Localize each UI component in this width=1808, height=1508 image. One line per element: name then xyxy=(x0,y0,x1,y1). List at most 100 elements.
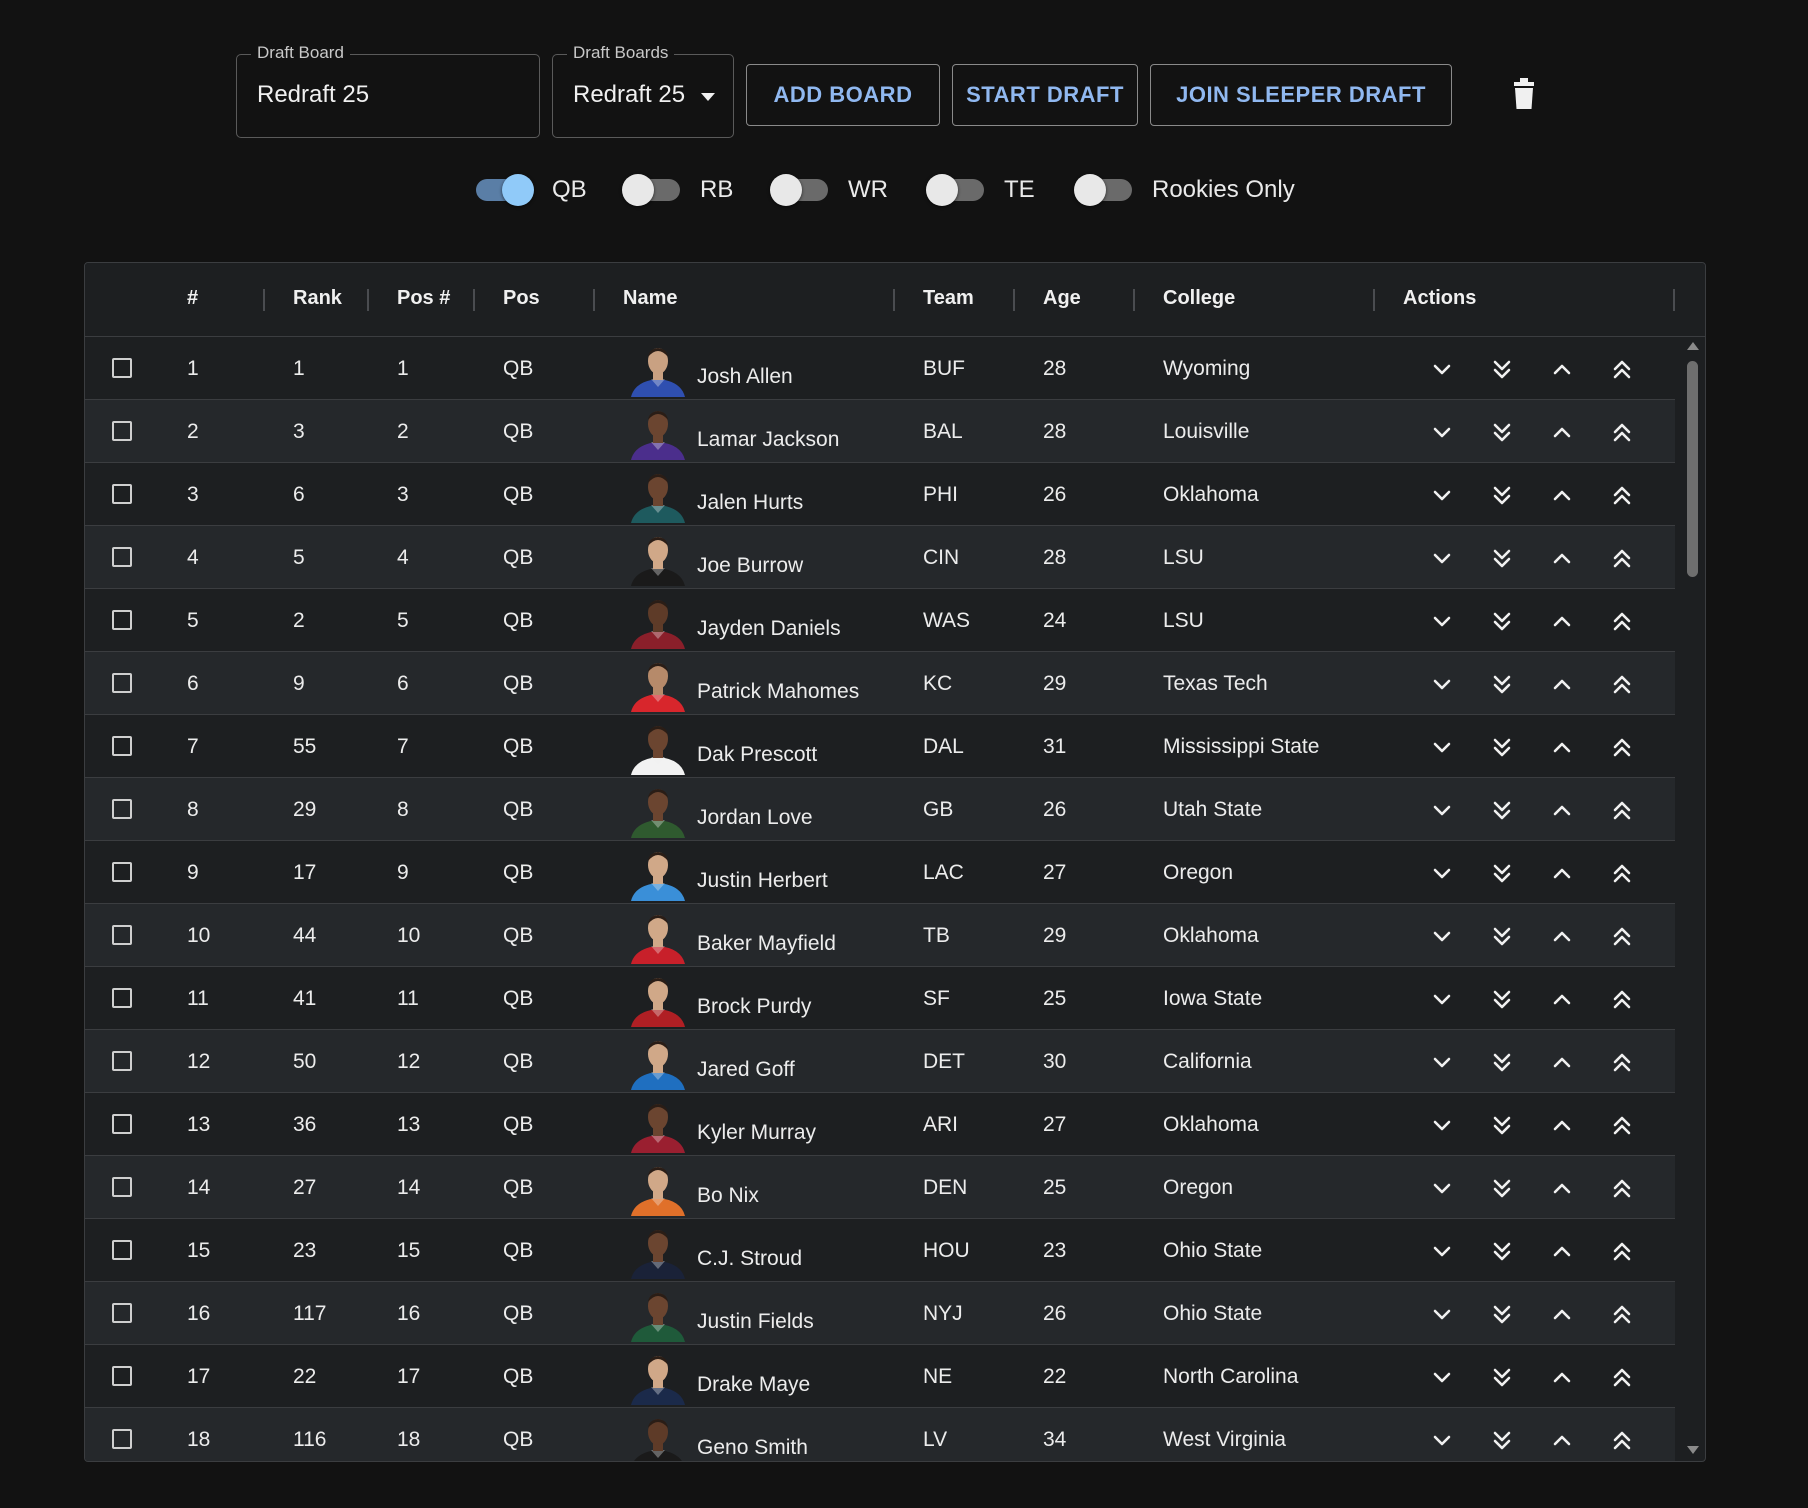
chevron-down-icon[interactable] xyxy=(1429,735,1455,761)
table-row[interactable]: 6 9 6 QB Patrick Mahomes KC 29 Texas Tech xyxy=(85,652,1675,715)
chevron-up-icon[interactable] xyxy=(1549,735,1575,761)
table-row[interactable]: 2 3 2 QB Lamar Jackson BAL 28 Louisville xyxy=(85,400,1675,463)
double-chevron-up-icon[interactable] xyxy=(1609,483,1635,509)
chevron-down-icon[interactable] xyxy=(1429,420,1455,446)
double-chevron-down-icon[interactable] xyxy=(1489,1428,1515,1454)
column-separator[interactable] xyxy=(367,289,369,311)
row-checkbox[interactable] xyxy=(112,610,132,630)
table-row[interactable]: 13 36 13 QB Kyler Murray ARI 27 Oklahoma xyxy=(85,1093,1675,1156)
double-chevron-down-icon[interactable] xyxy=(1489,924,1515,950)
double-chevron-down-icon[interactable] xyxy=(1489,1113,1515,1139)
toggle-switch[interactable] xyxy=(476,174,534,206)
chevron-up-icon[interactable] xyxy=(1549,483,1575,509)
double-chevron-up-icon[interactable] xyxy=(1609,420,1635,446)
double-chevron-down-icon[interactable] xyxy=(1489,672,1515,698)
row-checkbox[interactable] xyxy=(112,1177,132,1197)
column-separator[interactable] xyxy=(1673,289,1675,311)
chevron-down-icon[interactable] xyxy=(1429,609,1455,635)
row-checkbox[interactable] xyxy=(112,358,132,378)
chevron-up-icon[interactable] xyxy=(1549,1176,1575,1202)
filter-toggle-rookies-only[interactable]: Rookies Only xyxy=(1074,166,1295,214)
row-checkbox[interactable] xyxy=(112,1240,132,1260)
column-separator[interactable] xyxy=(893,289,895,311)
chevron-up-icon[interactable] xyxy=(1549,609,1575,635)
chevron-up-icon[interactable] xyxy=(1549,1113,1575,1139)
row-checkbox[interactable] xyxy=(112,925,132,945)
chevron-up-icon[interactable] xyxy=(1549,1365,1575,1391)
table-row[interactable]: 10 44 10 QB Baker Mayfield TB 29 Oklahoma xyxy=(85,904,1675,967)
dropdown-arrow-icon[interactable] xyxy=(701,93,715,101)
chevron-up-icon[interactable] xyxy=(1549,1428,1575,1454)
row-checkbox[interactable] xyxy=(112,862,132,882)
toggle-knob[interactable] xyxy=(502,174,534,206)
double-chevron-down-icon[interactable] xyxy=(1489,987,1515,1013)
chevron-down-icon[interactable] xyxy=(1429,987,1455,1013)
table-row[interactable]: 9 17 9 QB Justin Herbert LAC 27 Oregon xyxy=(85,841,1675,904)
double-chevron-down-icon[interactable] xyxy=(1489,1239,1515,1265)
double-chevron-down-icon[interactable] xyxy=(1489,1302,1515,1328)
double-chevron-up-icon[interactable] xyxy=(1609,1428,1635,1454)
double-chevron-up-icon[interactable] xyxy=(1609,357,1635,383)
table-row[interactable]: 16 117 16 QB Justin Fields NYJ 26 Ohio State xyxy=(85,1282,1675,1345)
chevron-down-icon[interactable] xyxy=(1429,483,1455,509)
double-chevron-up-icon[interactable] xyxy=(1609,672,1635,698)
row-checkbox[interactable] xyxy=(112,736,132,756)
table-row[interactable]: 14 27 14 QB Bo Nix DEN 25 Oregon xyxy=(85,1156,1675,1219)
toggle-switch[interactable] xyxy=(1074,174,1132,206)
double-chevron-down-icon[interactable] xyxy=(1489,1176,1515,1202)
draft-boards-selected-value[interactable]: Redraft 25 xyxy=(573,81,685,109)
row-checkbox[interactable] xyxy=(112,1366,132,1386)
chevron-down-icon[interactable] xyxy=(1429,1365,1455,1391)
double-chevron-up-icon[interactable] xyxy=(1609,861,1635,887)
chevron-up-icon[interactable] xyxy=(1549,798,1575,824)
table-row[interactable]: 12 50 12 QB Jared Goff DET 30 California xyxy=(85,1030,1675,1093)
header-rank[interactable]: Rank xyxy=(293,287,342,310)
double-chevron-down-icon[interactable] xyxy=(1489,861,1515,887)
toggle-knob[interactable] xyxy=(622,174,654,206)
double-chevron-down-icon[interactable] xyxy=(1489,357,1515,383)
header-team[interactable]: Team xyxy=(923,287,974,310)
double-chevron-up-icon[interactable] xyxy=(1609,1302,1635,1328)
table-row[interactable]: 5 2 5 QB Jayden Daniels WAS 24 LSU xyxy=(85,589,1675,652)
column-separator[interactable] xyxy=(593,289,595,311)
chevron-up-icon[interactable] xyxy=(1549,420,1575,446)
start-draft-button[interactable]: START DRAFT xyxy=(952,64,1138,126)
header-name[interactable]: Name xyxy=(623,287,677,310)
chevron-down-icon[interactable] xyxy=(1429,924,1455,950)
chevron-up-icon[interactable] xyxy=(1549,987,1575,1013)
column-separator[interactable] xyxy=(1133,289,1135,311)
chevron-down-icon[interactable] xyxy=(1429,672,1455,698)
chevron-up-icon[interactable] xyxy=(1549,1050,1575,1076)
table-row[interactable]: 15 23 15 QB C.J. Stroud HOU 23 Ohio State xyxy=(85,1219,1675,1282)
chevron-down-icon[interactable] xyxy=(1429,1050,1455,1076)
draft-board-name-value[interactable]: Redraft 25 xyxy=(257,81,369,109)
double-chevron-up-icon[interactable] xyxy=(1609,987,1635,1013)
header-age[interactable]: Age xyxy=(1043,287,1081,310)
table-row[interactable]: 18 116 18 QB Geno Smith LV 34 West Virginia xyxy=(85,1408,1675,1461)
double-chevron-down-icon[interactable] xyxy=(1489,546,1515,572)
join-sleeper-draft-button[interactable]: JOIN SLEEPER DRAFT xyxy=(1150,64,1452,126)
column-separator[interactable] xyxy=(473,289,475,311)
double-chevron-down-icon[interactable] xyxy=(1489,609,1515,635)
filter-toggle-rb[interactable]: RB xyxy=(622,166,733,214)
double-chevron-up-icon[interactable] xyxy=(1609,609,1635,635)
row-checkbox[interactable] xyxy=(112,673,132,693)
chevron-up-icon[interactable] xyxy=(1549,672,1575,698)
scroll-up-arrow-icon[interactable] xyxy=(1686,341,1700,351)
row-checkbox[interactable] xyxy=(112,1303,132,1323)
chevron-up-icon[interactable] xyxy=(1549,1239,1575,1265)
scroll-down-arrow-icon[interactable] xyxy=(1686,1445,1700,1455)
double-chevron-up-icon[interactable] xyxy=(1609,1176,1635,1202)
filter-toggle-wr[interactable]: WR xyxy=(770,166,888,214)
row-checkbox[interactable] xyxy=(112,547,132,567)
row-checkbox[interactable] xyxy=(112,1051,132,1071)
draft-boards-select[interactable]: Draft Boards Redraft 25 xyxy=(552,43,734,138)
double-chevron-up-icon[interactable] xyxy=(1609,924,1635,950)
chevron-down-icon[interactable] xyxy=(1429,1302,1455,1328)
double-chevron-up-icon[interactable] xyxy=(1609,798,1635,824)
toggle-knob[interactable] xyxy=(770,174,802,206)
toggle-switch[interactable] xyxy=(926,174,984,206)
row-checkbox[interactable] xyxy=(112,484,132,504)
chevron-down-icon[interactable] xyxy=(1429,1176,1455,1202)
add-board-button[interactable]: ADD BOARD xyxy=(746,64,940,126)
